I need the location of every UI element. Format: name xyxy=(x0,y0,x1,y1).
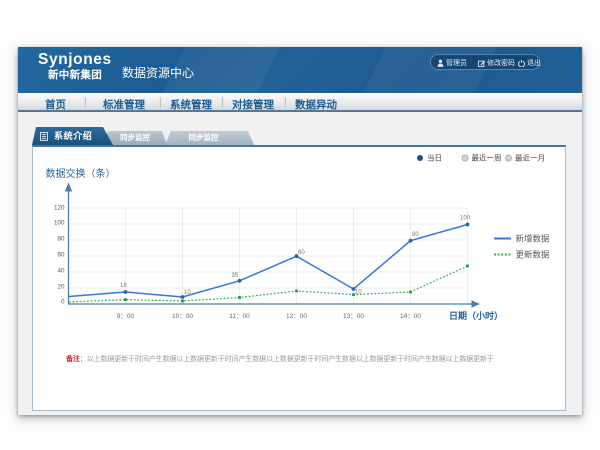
svg-text:9：00: 9：00 xyxy=(117,313,135,320)
svg-text:14：00: 14：00 xyxy=(400,313,421,320)
svg-text:120: 120 xyxy=(54,205,65,212)
svg-text:100: 100 xyxy=(54,220,65,227)
svg-text:80: 80 xyxy=(57,236,65,243)
svg-text:18: 18 xyxy=(120,283,127,289)
svg-text:40: 40 xyxy=(57,268,65,275)
svg-text:最近一月: 最近一月 xyxy=(515,153,545,163)
svg-text:新增数据: 新增数据 xyxy=(516,234,551,244)
svg-text:13：00: 13：00 xyxy=(343,313,364,320)
svg-text:35: 35 xyxy=(232,273,239,279)
svg-text:当日: 当日 xyxy=(427,153,442,163)
svg-text:60: 60 xyxy=(298,250,305,256)
svg-text:日期（小时）: 日期（小时） xyxy=(449,310,503,321)
svg-text:10: 10 xyxy=(184,290,191,296)
svg-text:数据交换（条）: 数据交换（条） xyxy=(46,167,116,180)
svg-text:80: 80 xyxy=(412,232,419,238)
svg-text:10：00: 10：00 xyxy=(172,313,193,320)
svg-text:0: 0 xyxy=(61,299,65,306)
svg-text:12：00: 12：00 xyxy=(286,313,307,320)
svg-text:60: 60 xyxy=(57,252,65,259)
svg-text:更新数据: 更新数据 xyxy=(516,250,551,260)
svg-text:10: 10 xyxy=(355,290,362,296)
svg-text:20: 20 xyxy=(57,284,65,291)
svg-text:最近一周: 最近一周 xyxy=(472,153,502,163)
svg-text:100: 100 xyxy=(460,216,471,222)
svg-text:11：00: 11：00 xyxy=(229,313,250,320)
